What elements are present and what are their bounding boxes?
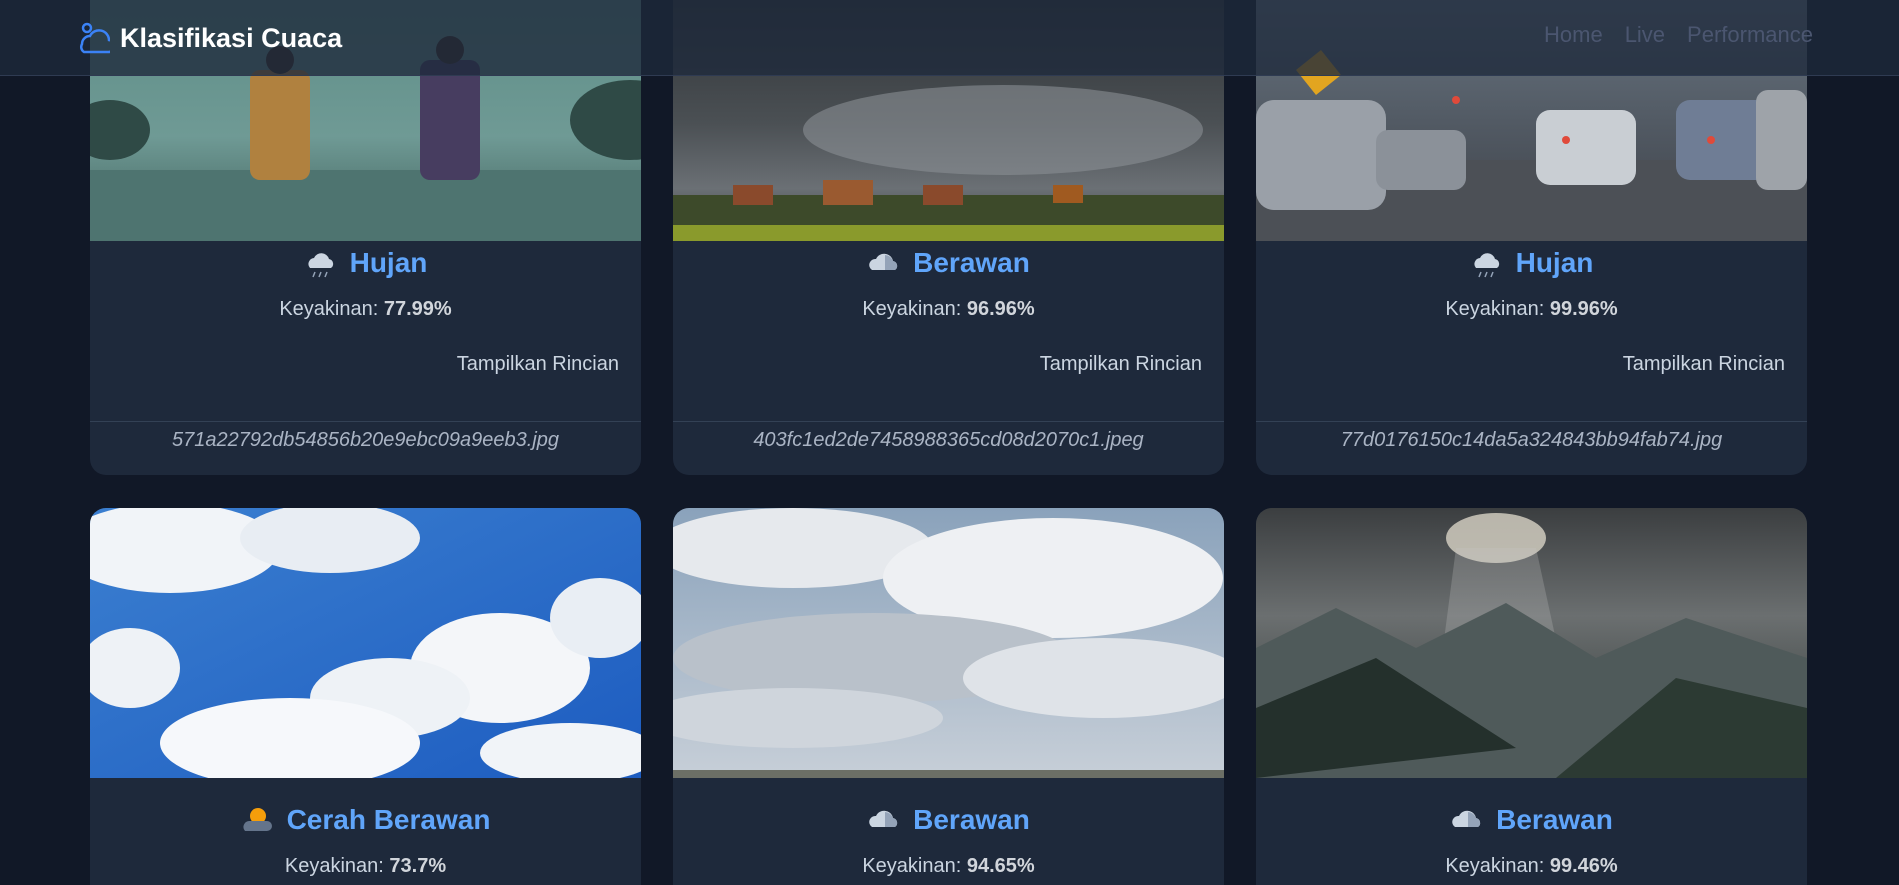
confidence-value: 96.96% [966,298,1035,320]
divider [90,421,641,422]
brand[interactable]: Klasifikasi Cuaca [74,20,342,56]
confidence-label: Keyakinan: [1445,855,1545,877]
result-card: Berawan Keyakinan: 99.46% [1256,508,1807,885]
filename: 571a22792db54856b20e9ebc09a9eeb3.jpg [171,429,560,451]
show-details-button[interactable]: Tampilkan Rincian [1623,353,1785,376]
divider [1256,421,1807,422]
prediction-result: Hujan [1256,243,1807,283]
prediction-label: Hujan [349,247,428,278]
confidence-label: Keyakinan: [284,855,384,877]
prediction-label: Berawan [913,247,1030,278]
sun-behind-cloud-icon [243,808,272,831]
cloud-icon [869,253,898,270]
result-card: Cerah Berawan Keyakinan: 73.7% [90,508,641,885]
rain-cloud-icon [308,253,333,278]
prediction-label: Berawan [913,804,1030,835]
cloud-icon [1452,810,1481,827]
rain-cloud-icon [1474,253,1499,278]
confidence-text: Keyakinan: 99.46% [1256,855,1807,878]
nav-live[interactable]: Live [1625,22,1665,48]
confidence-value: 73.7% [389,855,447,877]
confidence-text: Keyakinan: 96.96% [673,298,1224,321]
confidence-text: Keyakinan: 77.99% [90,298,641,321]
prediction-result: Berawan [1256,800,1807,840]
cloudy-sky-photo [673,508,1224,778]
prediction-result: Hujan [90,243,641,283]
filename: 403fc1ed2de7458988365cd08d2070c1.jpeg [753,429,1144,451]
prediction-result: Cerah Berawan [90,800,641,840]
confidence-value: 99.96% [1549,298,1618,320]
confidence-label: Keyakinan: [862,298,962,320]
filename: 77d0176150c14da5a324843bb94fab74.jpg [1340,429,1723,451]
nav-performance[interactable]: Performance [1687,22,1813,48]
confidence-value: 77.99% [383,298,452,320]
divider [673,421,1224,422]
confidence-label: Keyakinan: [1445,298,1545,320]
confidence-text: Keyakinan: 73.7% [90,855,641,878]
mountain-sunrays-photo [1256,508,1807,778]
confidence-value: 94.65% [966,855,1035,877]
app-title: Klasifikasi Cuaca [120,22,343,53]
confidence-label: Keyakinan: [862,855,962,877]
weather-logo-icon [80,22,110,54]
nav-home[interactable]: Home [1544,22,1603,48]
prediction-result: Berawan [673,243,1224,283]
prediction-label: Hujan [1515,247,1594,278]
confidence-value: 99.46% [1549,855,1618,877]
prediction-label: Cerah Berawan [286,804,491,835]
top-navbar: Klasifikasi Cuaca Home Live Performance [0,0,1899,76]
show-details-button[interactable]: Tampilkan Rincian [1040,353,1202,376]
prediction-label: Berawan [1496,804,1613,835]
confidence-text: Keyakinan: 99.96% [1256,298,1807,321]
cloud-icon [869,810,898,827]
blue-sky-photo [90,508,641,778]
show-details-button[interactable]: Tampilkan Rincian [457,353,619,376]
result-card: Berawan Keyakinan: 94.65% [673,508,1224,885]
confidence-text: Keyakinan: 94.65% [673,855,1224,878]
prediction-result: Berawan [673,800,1224,840]
confidence-label: Keyakinan: [279,298,379,320]
main-nav: Home Live Performance [1544,22,1813,48]
